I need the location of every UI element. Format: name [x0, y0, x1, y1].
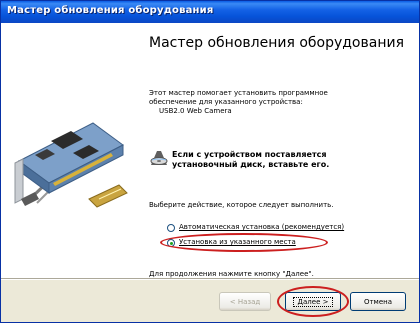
- wizard-heading: Мастер обновления оборудования: [149, 35, 405, 51]
- title-bar[interactable]: Мастер обновления оборудования: [1, 1, 419, 23]
- cd-instructions: Если с устройством поставляется установо…: [172, 150, 412, 170]
- cancel-button[interactable]: Отмена: [350, 292, 406, 311]
- wizard-window: Мастер обновления оборудования Мастер об…: [0, 0, 420, 323]
- intro-line-2: обеспечение для указанного устройства:: [149, 98, 303, 106]
- radio-automatic-indicator[interactable]: [167, 224, 175, 232]
- cd-text-line-1: Если с устройством поставляется: [172, 150, 327, 159]
- radio-automatic-label[interactable]: Автоматическая установка (рекомендуется): [179, 223, 344, 231]
- window-title: Мастер обновления оборудования: [7, 5, 214, 16]
- device-name: USB2.0 Web Camera: [159, 107, 232, 115]
- wizard-intro: Этот мастер помогает установить программ…: [149, 89, 414, 116]
- back-button[interactable]: < Назад: [219, 292, 271, 311]
- back-button-label: < Назад: [229, 297, 261, 306]
- highlight-ring-option: [160, 233, 328, 252]
- footer-separator: [1, 278, 419, 280]
- intro-line-1: Этот мастер помогает установить программ…: [149, 89, 328, 97]
- cancel-button-label: Отмена: [363, 297, 393, 306]
- wizard-content: Мастер обновления оборудования Этот маст…: [134, 23, 419, 278]
- action-prompt: Выберите действие, которое следует выпол…: [149, 201, 334, 209]
- wizard-side-panel: [1, 23, 134, 278]
- cd-text-line-2: установочный диск, вставьте его.: [172, 160, 330, 169]
- cd-disc-icon: [150, 151, 168, 165]
- highlight-ring-next: [277, 286, 349, 317]
- continue-hint: Для продолжения нажмите кнопку "Далее".: [149, 270, 314, 278]
- hardware-card-icon: [14, 122, 128, 208]
